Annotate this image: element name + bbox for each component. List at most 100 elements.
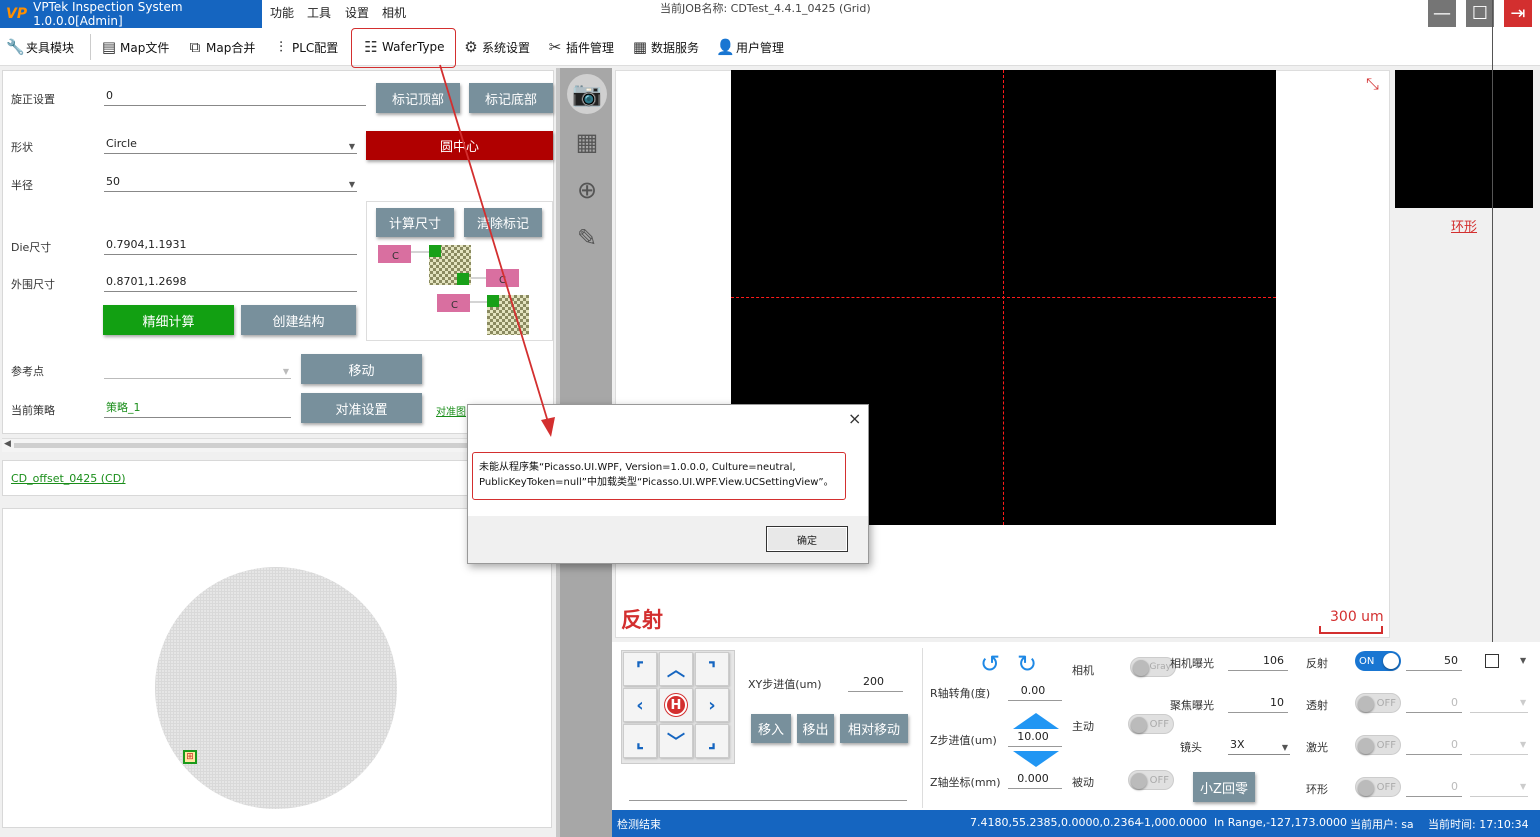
jog-left-button[interactable]: ‹	[623, 688, 657, 722]
toolbar-fixture-module[interactable]: 🔧 夹具模块	[6, 36, 74, 58]
jog-right-button[interactable]: ›	[695, 688, 729, 722]
collapse-icon[interactable]: ⤡	[1366, 74, 1379, 94]
toolbar-plugin-manager[interactable]: ✂ 插件管理	[546, 36, 614, 58]
die-size-input[interactable]: 0.7904,1.1931	[104, 237, 357, 255]
menu-settings[interactable]: 设置	[345, 4, 369, 21]
fine-calc-button[interactable]: 精细计算	[103, 305, 234, 335]
chevron-down-icon[interactable]: ▼	[1520, 698, 1526, 707]
annotation-arrow	[439, 64, 555, 437]
wafer-grid-button[interactable]: ▦	[567, 122, 607, 162]
section-divider	[922, 648, 923, 808]
xy-step-input[interactable]: 200	[848, 674, 903, 692]
menu-tools[interactable]: 工具	[307, 4, 331, 21]
user-icon: 👤	[716, 38, 735, 56]
wafer-locate-button[interactable]: ⊕	[567, 170, 607, 210]
jog-up-right-button[interactable]: ⌝	[695, 652, 729, 686]
transmit-select[interactable]	[1470, 712, 1528, 713]
camera-exposure-input[interactable]: 106	[1228, 653, 1288, 671]
wafer-map[interactable]	[150, 562, 402, 814]
toolbar-label: 插件管理	[566, 40, 615, 55]
reflect-light-toggle[interactable]: ON	[1355, 651, 1401, 671]
rotate-ccw-icon[interactable]: ↺	[980, 650, 1000, 678]
toolbar-user-manager[interactable]: 👤 用户管理	[716, 36, 784, 58]
lens-value: 3X	[1230, 738, 1245, 751]
chevron-down-icon[interactable]: ▼	[1520, 656, 1526, 665]
scroll-thumb[interactable]	[14, 443, 494, 448]
ruler-icon: ✎	[576, 224, 598, 252]
active-toggle[interactable]: OFF	[1128, 714, 1174, 734]
scroll-left-icon[interactable]: ◀	[4, 439, 11, 449]
z-down-button[interactable]	[1013, 751, 1059, 767]
toolbar-map-file[interactable]: ▤ Map文件	[100, 36, 169, 58]
align-settings-button[interactable]: 对准设置	[301, 393, 422, 423]
strategy-input[interactable]: 策略_1	[104, 400, 291, 418]
scale-bar	[1319, 626, 1383, 634]
toggle-text: OFF	[1149, 774, 1169, 786]
jog-up-button[interactable]: ︿	[659, 652, 693, 686]
relative-move-button[interactable]: 相对移动	[840, 714, 908, 743]
measure-tool-button[interactable]: ✎	[567, 218, 607, 258]
reference-die-icon[interactable]: ⊞	[183, 750, 197, 764]
radius-select[interactable]: 50 ▼	[104, 174, 357, 192]
menu-camera[interactable]: 相机	[382, 4, 406, 21]
toolbar-data-service[interactable]: ▦ 数据服务	[631, 36, 699, 58]
camera-exposure-label: 相机曝光	[1170, 657, 1214, 670]
ring-light-link[interactable]: 环形	[1451, 216, 1477, 235]
move-out-button[interactable]: 移出	[797, 714, 834, 743]
light-mode-label: 反射	[621, 608, 663, 632]
toolbar-label: Map合并	[206, 40, 256, 55]
lens-label: 镜头	[1180, 741, 1202, 754]
chevron-down-icon: ▼	[348, 142, 355, 151]
shape-select[interactable]: Circle ▼	[104, 136, 357, 154]
transmit-light-value[interactable]: 0	[1406, 695, 1462, 713]
toggle-knob	[1358, 738, 1374, 754]
maximize-button[interactable]: ☐	[1466, 0, 1494, 27]
reflect-light-value[interactable]: 50	[1406, 653, 1462, 671]
chevron-down-icon: ▼	[1281, 743, 1288, 752]
minimize-button[interactable]: —	[1428, 0, 1456, 27]
exit-icon: ⇥	[1510, 3, 1526, 24]
jog-down-left-button[interactable]: ⌞	[623, 724, 657, 758]
laser-light-value[interactable]: 0	[1406, 737, 1462, 755]
r-angle-input[interactable]: 0.00	[1008, 683, 1062, 701]
rotate-cw-icon[interactable]: ↻	[1017, 650, 1037, 678]
jog-up-left-button[interactable]: ⌜	[623, 652, 657, 686]
toolbar-plc-config[interactable]: ⫶ PLC配置	[272, 36, 338, 58]
toolbar-system-settings[interactable]: ⚙ 系统设置	[462, 36, 530, 58]
light-label-laser: 激光	[1306, 741, 1328, 754]
dialog-close-icon[interactable]: ×	[848, 409, 861, 428]
chevron-down-icon: ﹀	[667, 732, 685, 753]
ring-select[interactable]	[1470, 796, 1528, 797]
z-up-button[interactable]	[1013, 713, 1059, 729]
lens-select[interactable]: 3X ▼	[1228, 737, 1290, 755]
menu-function[interactable]: 功能	[270, 4, 294, 21]
outer-size-input[interactable]: 0.8701,1.2698	[104, 274, 357, 292]
focus-exposure-input[interactable]: 10	[1228, 695, 1288, 713]
move-in-button[interactable]: 移入	[751, 714, 791, 743]
ref-point-select[interactable]: ▼	[104, 361, 291, 379]
recipe-link[interactable]: CD_offset_0425 (CD)	[11, 472, 126, 485]
laser-light-toggle[interactable]: OFF	[1355, 735, 1401, 755]
create-structure-button[interactable]: 创建结构	[241, 305, 356, 335]
jog-down-right-button[interactable]: ⌟	[695, 724, 729, 758]
toolbar-map-merge[interactable]: ⧉ Map合并	[186, 36, 256, 58]
ring-light-toggle[interactable]: OFF	[1355, 777, 1401, 797]
camera-view-button[interactable]: 📷	[567, 74, 607, 114]
move-button[interactable]: 移动	[301, 354, 422, 384]
chevron-down-icon[interactable]: ▼	[1520, 740, 1526, 749]
rotation-input[interactable]: 0	[104, 88, 366, 106]
small-z-home-button[interactable]: 小Z回零	[1193, 772, 1255, 802]
transmit-light-toggle[interactable]: OFF	[1355, 693, 1401, 713]
laser-select[interactable]	[1470, 754, 1528, 755]
z-step-input[interactable]: 10.00	[1008, 729, 1062, 747]
home-button[interactable]: H	[659, 688, 693, 722]
wrench-icon: 🔧	[6, 38, 25, 56]
reflect-light-checkbox[interactable]	[1485, 654, 1499, 668]
jog-down-button[interactable]: ﹀	[659, 724, 693, 758]
ring-light-value[interactable]: 0	[1406, 779, 1462, 797]
status-z: -1,000.0000	[1140, 816, 1207, 829]
ok-button[interactable]: 确定	[766, 526, 848, 552]
chevron-down-icon[interactable]: ▼	[1520, 782, 1526, 791]
exit-button[interactable]: ⇥	[1504, 0, 1532, 27]
passive-toggle[interactable]: OFF	[1128, 770, 1174, 790]
